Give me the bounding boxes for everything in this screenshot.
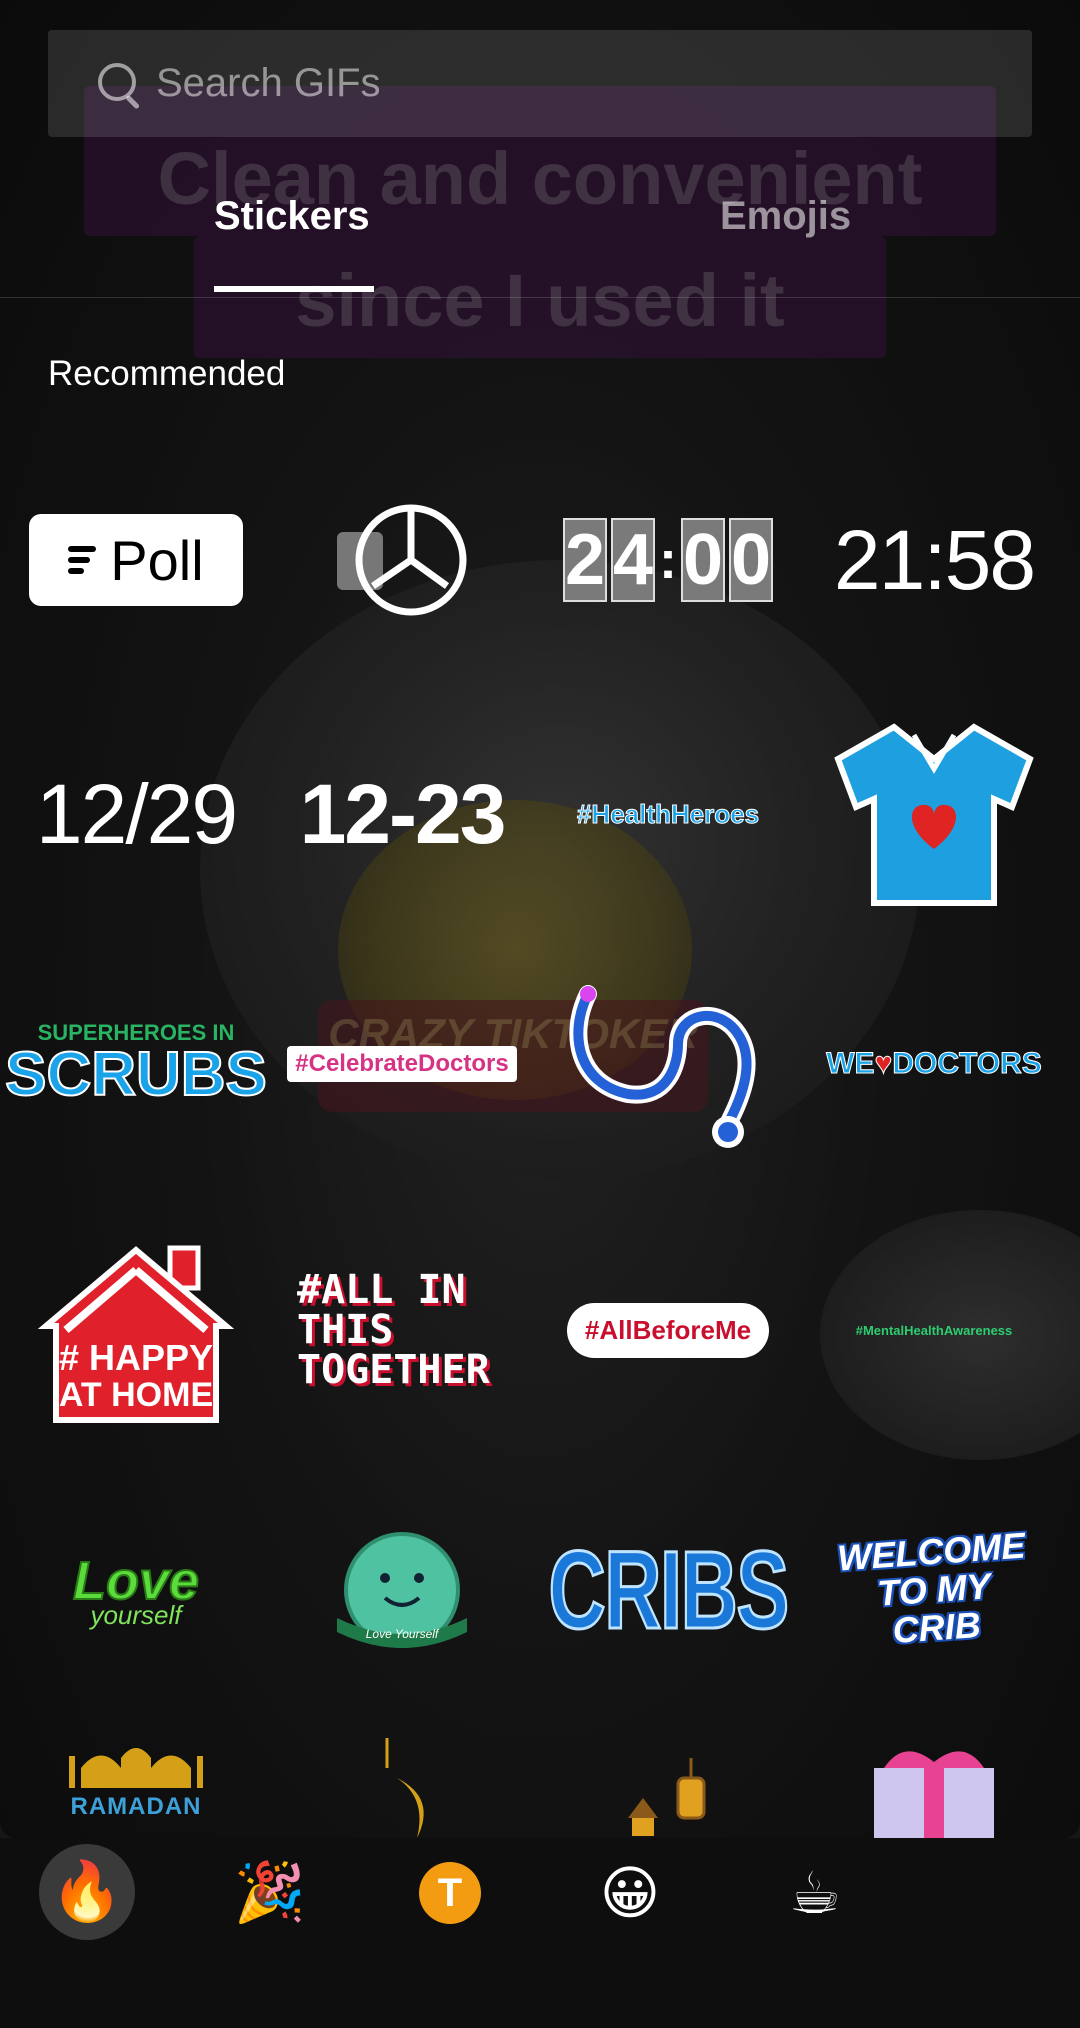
sticker-category-bar: 🔥 🎉 T 😀 ☕ bbox=[0, 1838, 1080, 2028]
fire-icon: 🔥 bbox=[50, 1859, 124, 1924]
sticker-mental-health-month[interactable]: Love Yourself bbox=[272, 1480, 532, 1700]
svg-text:AT HOME: AT HOME bbox=[59, 1376, 213, 1414]
search-icon bbox=[96, 61, 142, 107]
house-icon: # HAPPY AT HOME bbox=[37, 1245, 235, 1423]
category-coffee[interactable]: ☕ bbox=[745, 1838, 885, 1948]
sticker-clock-face[interactable] bbox=[272, 450, 532, 670]
coffee-icon: ☕ bbox=[789, 1861, 841, 1926]
grinning-face-icon: 😀 bbox=[599, 1861, 661, 1926]
gift-box-icon bbox=[874, 1751, 994, 1838]
tab-emojis[interactable]: Emojis bbox=[720, 194, 851, 239]
sticker-we-love-doctors[interactable]: WE♥DOCTORS bbox=[804, 954, 1064, 1174]
globe-face-icon: Love Yourself bbox=[337, 1532, 467, 1648]
category-celebration[interactable]: 🎉 bbox=[200, 1838, 340, 1948]
sticker-love-yourself[interactable]: Love yourself bbox=[6, 1480, 266, 1700]
category-trending[interactable]: 🔥 bbox=[39, 1844, 135, 1940]
sticker-health-heroes[interactable]: #HealthHeroes bbox=[538, 704, 798, 924]
sticker-all-in-this-together[interactable]: #ALL IN THIS TOGETHER bbox=[272, 1220, 532, 1440]
sticker-sheet: Search GIFs Stickers Emojis Recommended … bbox=[0, 0, 1080, 1838]
search-bar[interactable]: Search GIFs bbox=[48, 30, 1032, 137]
sticker-crescent-moon[interactable] bbox=[272, 1738, 532, 1838]
sticker-happy-at-home[interactable]: # HAPPY AT HOME bbox=[6, 1220, 266, 1440]
poll-pill: Poll bbox=[29, 514, 243, 606]
lantern-icon bbox=[628, 1758, 706, 1836]
party-popper-icon: 🎉 bbox=[233, 1860, 307, 1925]
sticker-poll[interactable]: Poll bbox=[6, 450, 266, 670]
sticker-lanterns[interactable] bbox=[538, 1738, 798, 1838]
sticker-all-before-me[interactable]: #AllBeforeMe bbox=[538, 1220, 798, 1440]
heart-icon: ♥ bbox=[874, 1047, 893, 1081]
svg-text:Love Yourself: Love Yourself bbox=[366, 1627, 440, 1641]
sticker-welcome-to-my-crib[interactable]: WELCOME TO MY CRIB bbox=[804, 1480, 1064, 1700]
sticker-ramadan[interactable]: RAMADAN bbox=[6, 1738, 266, 1838]
sticker-flip-clock[interactable]: 2 4 : 0 0 bbox=[538, 450, 798, 670]
list-icon bbox=[68, 541, 97, 579]
svg-text:# HAPPY: # HAPPY bbox=[59, 1337, 213, 1378]
section-title-recommended: Recommended bbox=[48, 354, 286, 393]
sticker-superheroes-scrubs[interactable]: SUPERHEROES IN SCRUBS bbox=[4, 954, 268, 1174]
stethoscope-icon bbox=[569, 985, 756, 1148]
sticker-mental-health-awareness[interactable]: #MentalHealthAwareness bbox=[804, 1220, 1064, 1440]
search-placeholder[interactable]: Search GIFs bbox=[156, 61, 381, 106]
tab-active-indicator bbox=[214, 286, 374, 292]
sticker-time[interactable]: 21:58 bbox=[804, 450, 1064, 670]
clock-face-icon bbox=[337, 504, 467, 616]
sticker-cribs[interactable]: CRIBS bbox=[538, 1480, 798, 1700]
sticker-stethoscope[interactable] bbox=[538, 954, 798, 1174]
flip-clock: 2 4 : 0 0 bbox=[563, 518, 773, 602]
sticker-date-slash[interactable]: 12/29 bbox=[6, 704, 266, 924]
sticker-celebrate-doctors[interactable]: #CelebrateDoctors bbox=[272, 954, 532, 1174]
category-text[interactable]: T bbox=[380, 1838, 520, 1948]
text-t-icon: T bbox=[419, 1862, 481, 1924]
sticker-scrub-shirt[interactable] bbox=[804, 704, 1064, 924]
sticker-date-dash[interactable]: 12-23 bbox=[272, 704, 532, 924]
tab-stickers[interactable]: Stickers bbox=[214, 194, 370, 239]
scrub-shirt-heart-icon bbox=[834, 723, 1034, 906]
crescent-moon-icon bbox=[385, 1738, 424, 1838]
sticker-gift-box[interactable] bbox=[804, 1738, 1064, 1838]
tab-bar: Stickers Emojis bbox=[0, 180, 1080, 298]
mosque-icon bbox=[69, 1748, 203, 1788]
category-emoji[interactable]: 😀 bbox=[560, 1838, 700, 1948]
